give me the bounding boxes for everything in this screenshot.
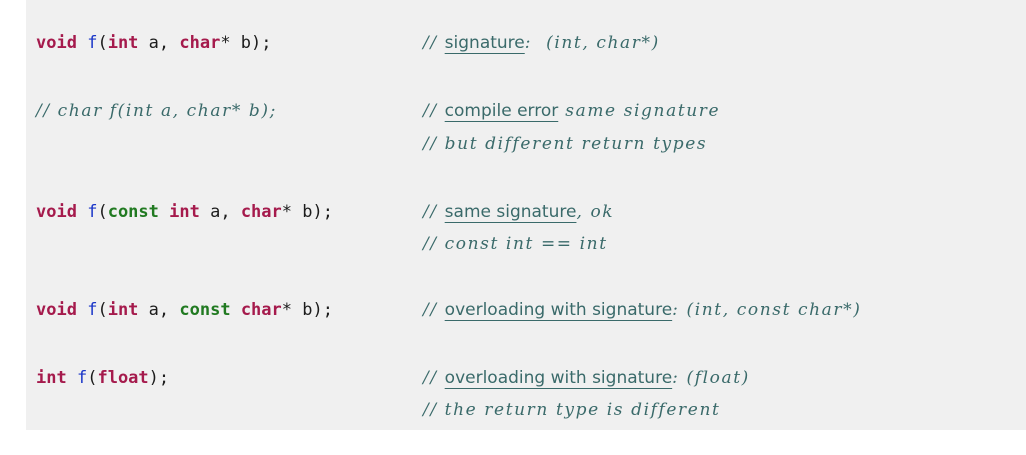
comment-text: : (int, char*): [524, 33, 660, 53]
type-keyword: int: [107, 300, 139, 320]
return-type-keyword: void: [36, 33, 77, 53]
return-type-keyword: void: [36, 202, 77, 222]
comment-line-7: // overloading with signature: (float): [423, 363, 750, 393]
code-text: (: [87, 368, 98, 388]
comment-line-4: // same signature, ok: [423, 197, 614, 227]
return-type-keyword: int: [36, 368, 67, 388]
code-text: (: [97, 300, 108, 320]
code-block: void f(int a, char* b); // signature: (i…: [26, 0, 1026, 430]
type-keyword: char: [240, 300, 282, 320]
comment-prefix: //: [423, 300, 445, 320]
return-type-keyword: void: [36, 300, 77, 320]
code-text: (: [97, 33, 108, 53]
comment-line-8: // the return type is different: [423, 400, 721, 420]
function-name: f: [87, 33, 98, 53]
function-name: f: [87, 202, 98, 222]
type-keyword: float: [97, 368, 149, 388]
code-line-7: int f(float);: [36, 363, 169, 393]
comment-underlined-term: overloading with signature: [444, 300, 673, 320]
code-text: );: [148, 368, 170, 388]
code-text: (: [97, 202, 108, 222]
code-line-6: void f(int a, const char* b);: [36, 295, 333, 325]
code-text: a,: [199, 202, 241, 222]
code-text: a,: [138, 300, 180, 320]
comment-prefix: //: [423, 33, 445, 53]
comment-underlined-term: signature: [444, 33, 525, 53]
comment-underlined-term: compile error: [444, 101, 559, 121]
comment-underlined-term: overloading with signature: [444, 368, 673, 388]
type-keyword: char: [179, 33, 221, 53]
comment-line-6: // overloading with signature: (int, con…: [423, 295, 861, 325]
function-name: f: [76, 368, 88, 388]
code-text: * b);: [281, 202, 333, 222]
code-text: a,: [138, 33, 180, 53]
code-line-4: void f(const int a, char* b);: [36, 197, 333, 227]
comment-prefix: //: [423, 101, 445, 121]
comment-underlined-term: same signature: [444, 202, 577, 222]
comment-text: : (int, const char*): [672, 300, 862, 320]
comment-prefix: //: [423, 368, 445, 388]
code-line-2-commented: // char f(int a, char* b);: [36, 101, 277, 121]
comment-line-1: // signature: (int, char*): [423, 28, 660, 58]
comment-text: : (float): [672, 368, 750, 388]
code-line-1: void f(int a, char* b);: [36, 28, 272, 58]
comment-line-5: // const int == int: [423, 234, 608, 254]
comment-line-3: // but different return types: [423, 134, 708, 154]
comment-text: same signature: [558, 101, 721, 121]
type-keyword: int: [169, 202, 200, 222]
const-keyword: const: [107, 202, 159, 222]
const-keyword: const: [179, 300, 231, 320]
code-text: * b);: [281, 300, 333, 320]
comment-prefix: //: [423, 202, 445, 222]
comment-text: , ok: [576, 202, 615, 222]
comment-line-2: // compile error same signature: [423, 96, 720, 126]
type-keyword: char: [240, 202, 282, 222]
type-keyword: int: [107, 33, 139, 53]
code-text: * b);: [220, 33, 272, 53]
function-name: f: [87, 300, 98, 320]
